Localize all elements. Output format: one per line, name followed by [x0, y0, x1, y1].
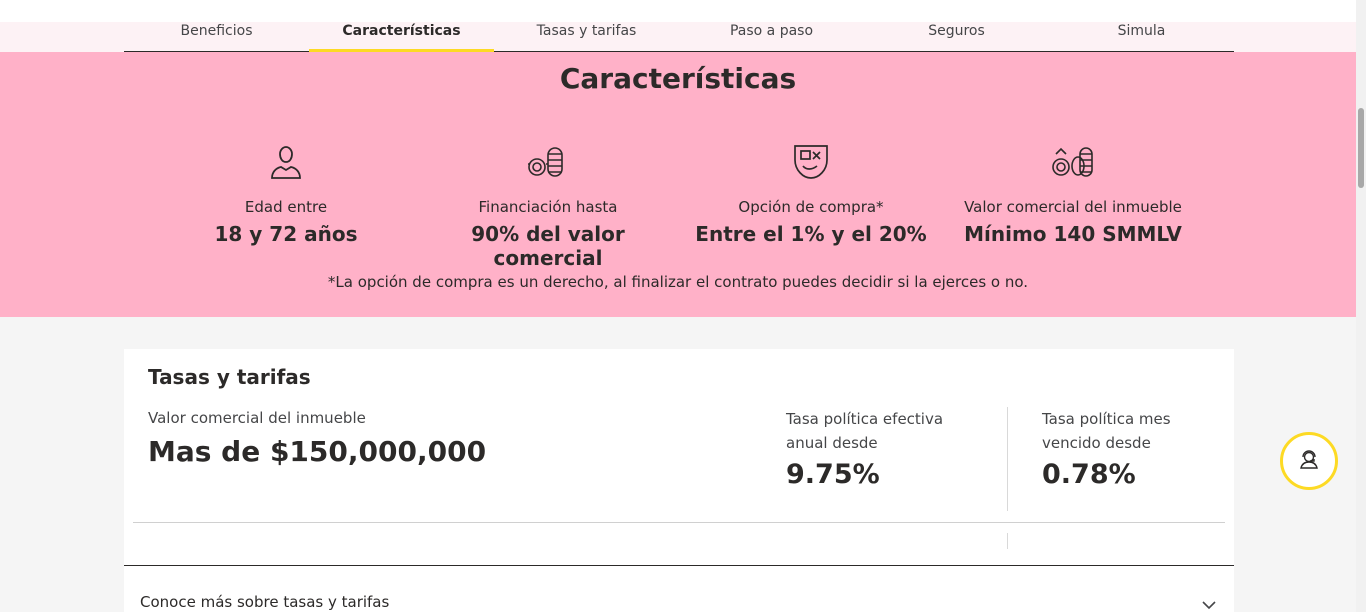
rate-value: 9.75% [786, 459, 880, 490]
caracteristicas-section: Características Edad entre 18 y 72 años … [0, 52, 1356, 317]
chevron-down-icon[interactable] [1202, 595, 1216, 612]
section-tabs: Beneficios Características Tasas y tarif… [124, 22, 1234, 52]
tab-seguros[interactable]: Seguros [864, 22, 1049, 51]
purchase-option-icon [681, 140, 941, 184]
tab-paso-a-paso[interactable]: Paso a paso [679, 22, 864, 51]
feature-label: Financiación hasta [478, 198, 618, 216]
section-title: Características [559, 62, 797, 95]
valor-comercial-value: Mas de $150,000,000 [148, 435, 487, 468]
feature-label: Valor comercial del inmueble [964, 198, 1182, 216]
purchase-option-note: *La opción de compra es un derecho, al f… [327, 273, 1029, 291]
divider [133, 522, 1225, 523]
coins-icon [418, 140, 678, 184]
rate-label: Tasa política efectiva anual desde [786, 410, 944, 452]
section-nav: Beneficios Características Tasas y tarif… [0, 22, 1356, 52]
rate-value: 0.78% [1042, 459, 1136, 490]
feature-label: Opción de compra* [738, 198, 884, 216]
tab-tasas-y-tarifas[interactable]: Tasas y tarifas [494, 22, 679, 51]
divider [1007, 533, 1008, 549]
page-scrollbar[interactable] [1356, 0, 1366, 612]
feature-valor-comercial: Valor comercial del inmueble Mínimo 140 … [943, 140, 1203, 246]
scrollbar-thumb[interactable] [1358, 108, 1364, 188]
feature-value: 90% del valor comercial [471, 222, 625, 270]
support-button[interactable] [1280, 432, 1338, 490]
feature-value: 18 y 72 años [214, 222, 358, 246]
divider [1007, 407, 1008, 511]
rate-label: Tasa política mes vencido desde [1042, 410, 1171, 452]
tasas-card: Tasas y tarifas Valor comercial del inmu… [124, 349, 1234, 612]
tab-simula[interactable]: Simula [1049, 22, 1234, 51]
divider [124, 565, 1234, 566]
top-strip [0, 0, 1356, 22]
tab-caracteristicas[interactable]: Características [309, 22, 494, 52]
feature-edad: Edad entre 18 y 72 años [156, 140, 416, 246]
coins-up-icon [943, 140, 1203, 184]
rate-ea: Tasa política efectiva anual desde 9.75% [786, 407, 986, 490]
valor-comercial-label: Valor comercial del inmueble [148, 409, 366, 427]
feature-label: Edad entre [244, 198, 328, 216]
person-icon [156, 140, 416, 184]
support-agent-icon [1298, 448, 1320, 474]
feature-opcion-compra: Opción de compra* Entre el 1% y el 20% [681, 140, 941, 246]
feature-value: Entre el 1% y el 20% [695, 222, 927, 246]
feature-financiacion: Financiación hasta 90% del valor comerci… [418, 140, 678, 270]
feature-value: Mínimo 140 SMMLV [964, 222, 1182, 246]
tab-beneficios[interactable]: Beneficios [124, 22, 309, 51]
rate-mv: Tasa política mes vencido desde 0.78% [1042, 407, 1212, 490]
conoce-mas-toggle[interactable]: Conoce más sobre tasas y tarifas [140, 593, 389, 611]
card-title: Tasas y tarifas [148, 365, 311, 389]
